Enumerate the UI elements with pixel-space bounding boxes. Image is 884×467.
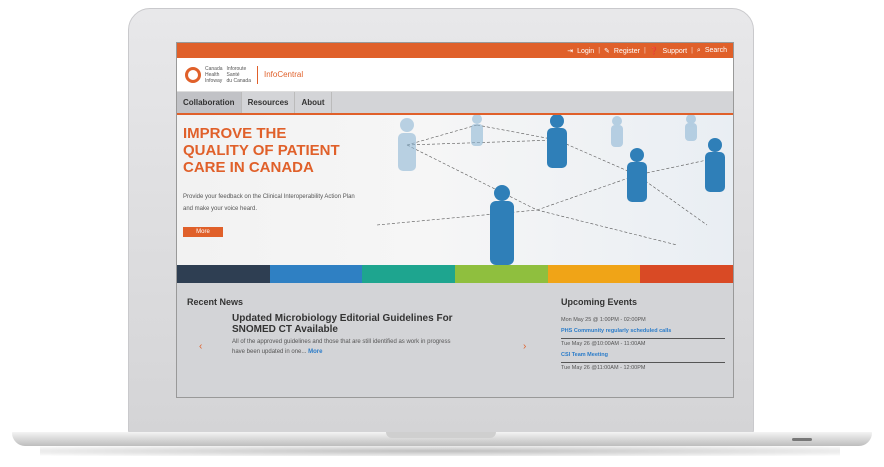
utility-bar: ⇥ Login | ✎ Register | ❓ Support | ⌕ Search <box>177 43 733 58</box>
stripe-6 <box>640 265 733 283</box>
news-summary: All of the approved guidelines and those… <box>232 339 451 355</box>
hero-banner: IMPROVE THE QUALITY OF PATIENT CARE IN C… <box>177 115 733 265</box>
upcoming-events-title: Upcoming Events <box>561 297 638 307</box>
hero-heading: IMPROVE THE QUALITY OF PATIENT CARE IN C… <box>183 125 340 176</box>
news-headline[interactable]: Updated Microbiology Editorial Guideline… <box>232 313 492 335</box>
login-link[interactable]: ⇥ Login <box>567 47 594 55</box>
laptop-notch <box>386 432 496 438</box>
hero-text: Provide your feedback on the Clinical In… <box>183 194 355 212</box>
brand-divider <box>256 65 258 84</box>
logo-text-fr: Inforoute Santé du Canada <box>226 65 251 84</box>
search-link[interactable]: ⌕ Search <box>697 47 727 55</box>
event-link[interactable]: PHS Community regularly scheduled calls <box>561 328 725 334</box>
stripe-2 <box>269 265 363 283</box>
site-name[interactable]: InfoCentral <box>264 70 303 79</box>
event-link[interactable]: CSI Team Meeting <box>561 352 725 358</box>
laptop-side-port <box>792 438 812 441</box>
nav-about[interactable]: About <box>295 92 332 113</box>
stripe-5 <box>547 265 641 283</box>
separator: | <box>643 47 646 54</box>
recent-news-title: Recent News <box>187 297 244 307</box>
nav-collaboration[interactable]: Collaboration <box>177 92 242 113</box>
event-divider <box>561 338 725 339</box>
support-link[interactable]: ❓ Support <box>650 47 687 55</box>
event-divider <box>561 362 725 363</box>
news-more-link[interactable]: More <box>308 349 322 355</box>
separator: | <box>598 47 601 54</box>
stripe-1 <box>177 265 270 283</box>
logo-text-en: Canada Health Infoway <box>205 65 223 84</box>
event-time: Mon May 25 @ 1:00PM - 02:00PM <box>561 317 646 323</box>
infoway-logo-icon[interactable] <box>185 66 201 83</box>
stripe-3 <box>362 265 456 283</box>
event-time: Tue May 26 @10:00AM - 11:00AM <box>561 341 646 347</box>
main-nav: Collaboration Resources About <box>177 92 733 115</box>
register-link[interactable]: ✎ Register <box>604 47 640 55</box>
separator: | <box>691 47 693 54</box>
color-stripe <box>177 265 733 283</box>
brand-header: Canada Health Infoway Inforoute Santé du Can… <box>177 58 733 92</box>
next-arrow-icon[interactable]: › <box>523 341 526 352</box>
event-time: Tue May 26 @11:00AM - 12:00PM <box>561 365 646 371</box>
prev-arrow-icon[interactable]: ‹ <box>199 341 202 352</box>
hero-more-button[interactable]: More <box>183 227 223 237</box>
laptop-screen: ⇥ Login | ✎ Register | ❓ Support | ⌕ Search … <box>176 42 734 398</box>
stripe-4 <box>455 265 548 283</box>
laptop-shadow <box>40 446 840 456</box>
content-area: Recent News ‹ Updated Microbiology Edito… <box>177 283 733 397</box>
nav-resources[interactable]: Resources <box>242 92 296 113</box>
network-people-illustration <box>377 115 725 265</box>
